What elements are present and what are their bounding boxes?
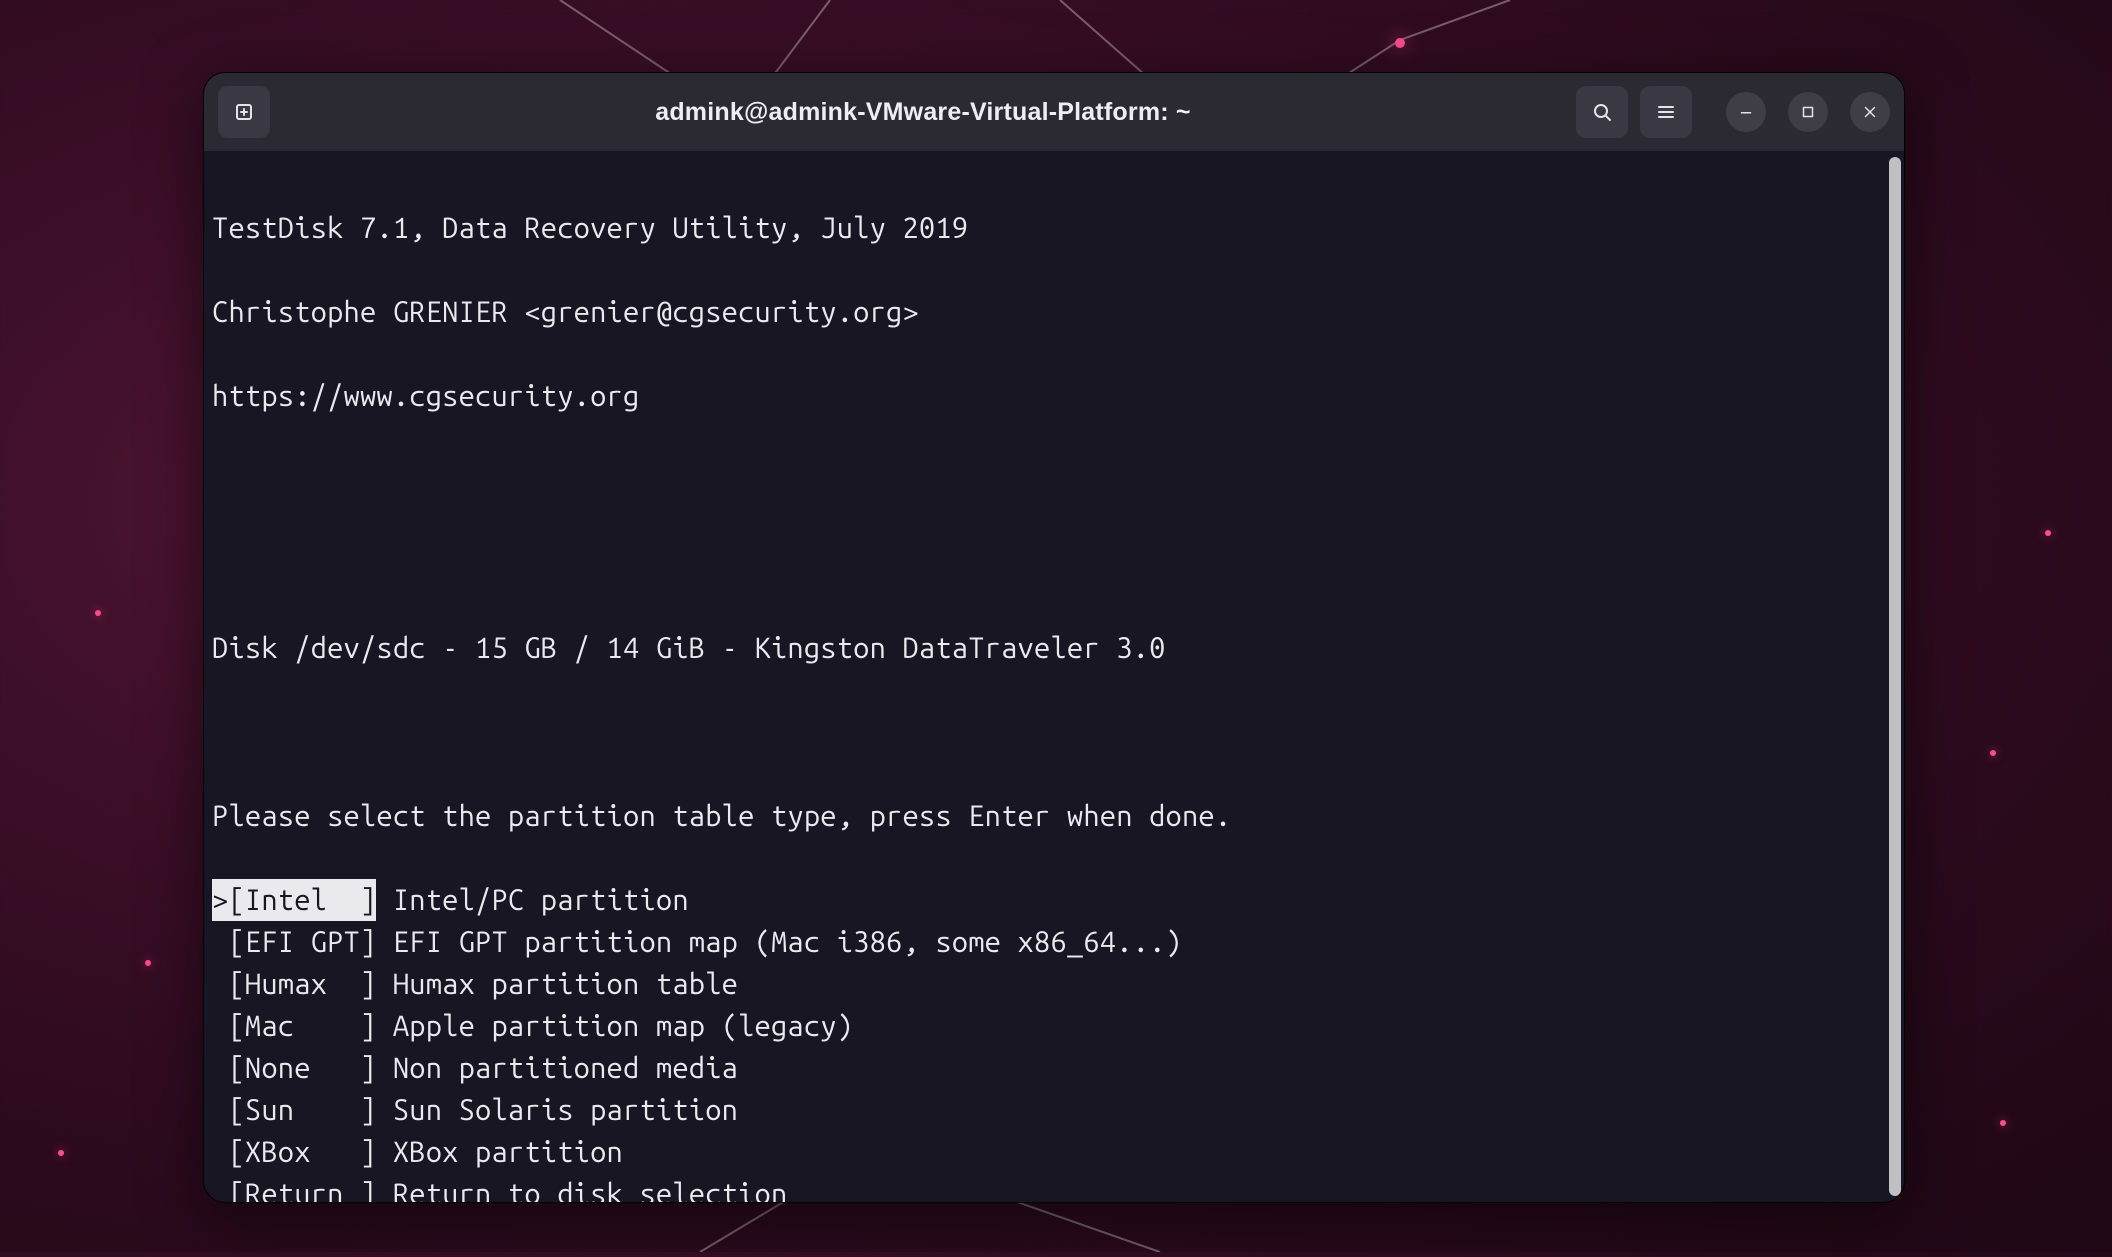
blank-line [204, 459, 1904, 501]
scrollbar[interactable] [1889, 157, 1901, 1196]
maximize-button[interactable] [1788, 92, 1828, 132]
menu-item[interactable]: [Return ] Return to disk selection [204, 1173, 1904, 1202]
search-button[interactable] [1576, 86, 1628, 138]
menu-item[interactable]: [Humax ] Humax partition table [204, 963, 1904, 1005]
titlebar: admink@admink-VMware-Virtual-Platform: ~ [204, 73, 1904, 151]
header-line: TestDisk 7.1, Data Recovery Utility, Jul… [204, 207, 1904, 249]
menu-item[interactable]: [XBox ] XBox partition [204, 1131, 1904, 1173]
blank-line [204, 711, 1904, 753]
terminal-window: admink@admink-VMware-Virtual-Platform: ~ [203, 72, 1905, 1203]
prompt-line: Please select the partition table type, … [204, 795, 1904, 837]
disk-line: Disk /dev/sdc - 15 GB / 14 GiB - Kingsto… [204, 627, 1904, 669]
menu-item[interactable]: >[Intel ] Intel/PC partition [204, 879, 1904, 921]
terminal-content: TestDisk 7.1, Data Recovery Utility, Jul… [204, 151, 1904, 1202]
menu-item[interactable]: [EFI GPT] EFI GPT partition map (Mac i38… [204, 921, 1904, 963]
terminal-body[interactable]: TestDisk 7.1, Data Recovery Utility, Jul… [204, 151, 1904, 1202]
header-line: https://www.cgsecurity.org [204, 375, 1904, 417]
menu-button[interactable] [1640, 86, 1692, 138]
blank-line [204, 543, 1904, 585]
menu-item[interactable]: [Mac ] Apple partition map (legacy) [204, 1005, 1904, 1047]
new-tab-button[interactable] [218, 86, 270, 138]
minimize-button[interactable] [1726, 92, 1766, 132]
menu-item[interactable]: [None ] Non partitioned media [204, 1047, 1904, 1089]
window-title: admink@admink-VMware-Virtual-Platform: ~ [270, 98, 1576, 127]
header-line: Christophe GRENIER <grenier@cgsecurity.o… [204, 291, 1904, 333]
close-button[interactable] [1850, 92, 1890, 132]
menu-item[interactable]: [Sun ] Sun Solaris partition [204, 1089, 1904, 1131]
